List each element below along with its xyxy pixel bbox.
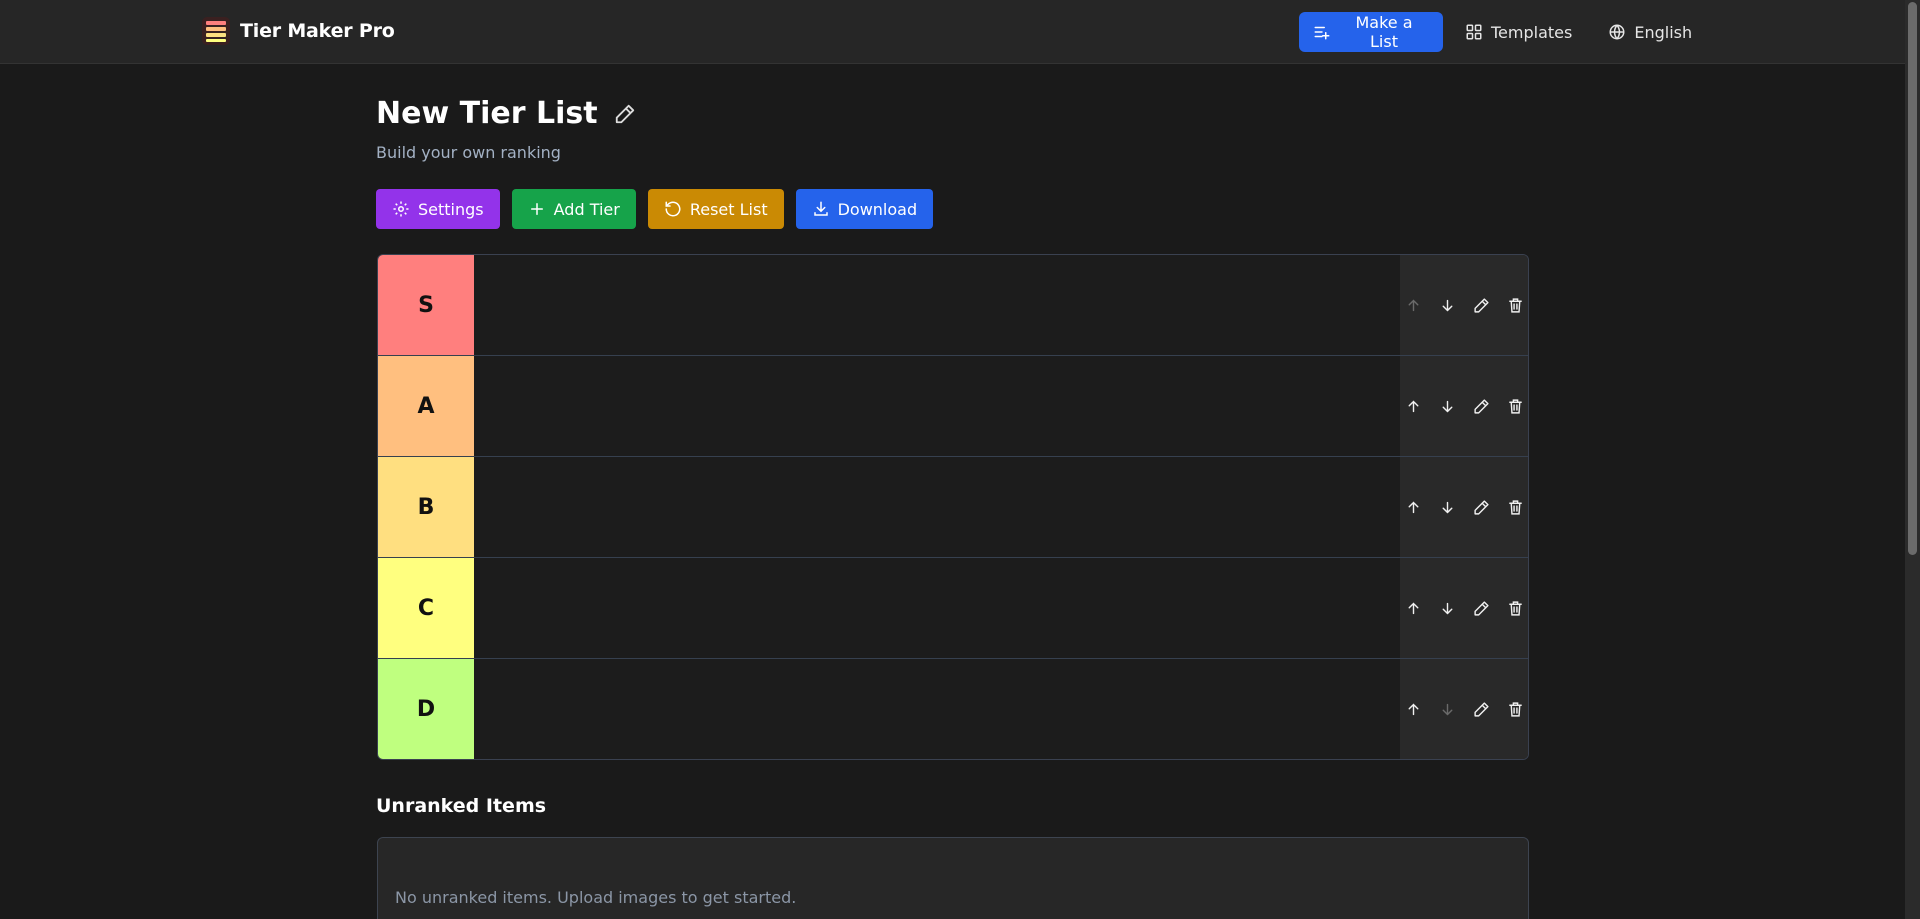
tier-dropzone[interactable] xyxy=(474,558,1400,658)
arrow-down-icon[interactable] xyxy=(1436,699,1458,721)
tier-row: A xyxy=(378,356,1528,457)
top-navbar: Tier Maker Pro Make a List Templates Eng… xyxy=(0,0,1905,64)
globe-icon xyxy=(1609,24,1625,40)
download-icon xyxy=(813,201,828,216)
tier-dropzone[interactable] xyxy=(474,255,1400,355)
make-list-label: Make a List xyxy=(1355,13,1413,51)
gear-icon xyxy=(393,201,409,217)
reset-list-label: Reset List xyxy=(689,199,768,219)
tier-controls xyxy=(1400,659,1528,759)
page-title-row: New Tier List xyxy=(376,96,636,131)
page-subtitle: Build your own ranking xyxy=(376,143,561,162)
tier-controls xyxy=(1400,558,1528,658)
language-button[interactable]: English xyxy=(1594,12,1706,52)
toolbar: Settings Add Tier Reset List Download xyxy=(376,189,934,229)
tier-row: D xyxy=(378,659,1528,759)
trash-icon[interactable] xyxy=(1504,699,1526,721)
tier-row: C xyxy=(378,558,1528,659)
tier-list-logo-icon xyxy=(202,17,230,45)
brand-title: Tier Maker Pro xyxy=(240,20,395,42)
settings-label: Settings xyxy=(418,199,484,219)
pencil-icon[interactable] xyxy=(1470,395,1492,417)
page-title[interactable]: New Tier List xyxy=(376,96,598,131)
plus-icon xyxy=(530,203,543,215)
tier-label[interactable]: S xyxy=(378,255,474,355)
arrow-down-icon[interactable] xyxy=(1436,597,1458,619)
tier-row: B xyxy=(378,457,1528,558)
trash-icon[interactable] xyxy=(1504,294,1526,316)
arrow-up-icon[interactable] xyxy=(1402,294,1424,316)
trash-icon[interactable] xyxy=(1504,597,1526,619)
arrow-down-icon[interactable] xyxy=(1436,496,1458,518)
pencil-icon[interactable] xyxy=(1470,496,1492,518)
pencil-icon[interactable] xyxy=(1470,699,1492,721)
arrow-up-icon[interactable] xyxy=(1402,699,1424,721)
tier-label[interactable]: D xyxy=(378,659,474,759)
tier-dropzone[interactable] xyxy=(474,356,1400,456)
add-tier-label: Add Tier xyxy=(553,199,620,219)
unranked-dropzone[interactable]: No unranked items. Upload images to get … xyxy=(377,837,1529,919)
main-nav: Make a List Templates English xyxy=(1299,12,1706,52)
grid-icon xyxy=(1466,24,1482,40)
arrow-down-icon[interactable] xyxy=(1436,294,1458,316)
tier-label[interactable]: B xyxy=(378,457,474,557)
templates-label: Templates xyxy=(1491,22,1573,42)
unranked-title: Unranked Items xyxy=(376,795,547,817)
arrow-down-icon[interactable] xyxy=(1436,395,1458,417)
tier-row: S xyxy=(378,255,1528,356)
tier-dropzone[interactable] xyxy=(474,659,1400,759)
brand[interactable]: Tier Maker Pro xyxy=(202,17,395,45)
scrollbar-thumb[interactable] xyxy=(1908,2,1917,555)
tier-controls xyxy=(1400,457,1528,557)
tier-label[interactable]: A xyxy=(378,356,474,456)
language-label: English xyxy=(1634,22,1693,42)
add-tier-button[interactable]: Add Tier xyxy=(511,189,636,229)
unranked-empty-message: No unranked items. Upload images to get … xyxy=(395,888,797,907)
tier-controls xyxy=(1400,356,1528,456)
make-list-button[interactable]: Make a List xyxy=(1299,12,1443,52)
trash-icon[interactable] xyxy=(1504,496,1526,518)
scrollbar[interactable] xyxy=(1905,0,1920,919)
tier-dropzone[interactable] xyxy=(474,457,1400,557)
pencil-icon[interactable] xyxy=(614,103,636,125)
reset-list-button[interactable]: Reset List xyxy=(647,189,784,229)
tier-list: SABCD xyxy=(377,254,1529,760)
tier-label[interactable]: C xyxy=(378,558,474,658)
pencil-icon[interactable] xyxy=(1470,294,1492,316)
reset-icon xyxy=(665,201,681,217)
tier-controls xyxy=(1400,255,1528,355)
arrow-up-icon[interactable] xyxy=(1402,496,1424,518)
arrow-up-icon[interactable] xyxy=(1402,597,1424,619)
list-plus-icon xyxy=(1314,26,1330,40)
settings-button[interactable]: Settings xyxy=(376,189,500,229)
templates-button[interactable]: Templates xyxy=(1451,12,1586,52)
arrow-up-icon[interactable] xyxy=(1402,395,1424,417)
trash-icon[interactable] xyxy=(1504,395,1526,417)
download-button[interactable]: Download xyxy=(795,189,934,229)
download-label: Download xyxy=(837,199,918,219)
pencil-icon[interactable] xyxy=(1470,597,1492,619)
